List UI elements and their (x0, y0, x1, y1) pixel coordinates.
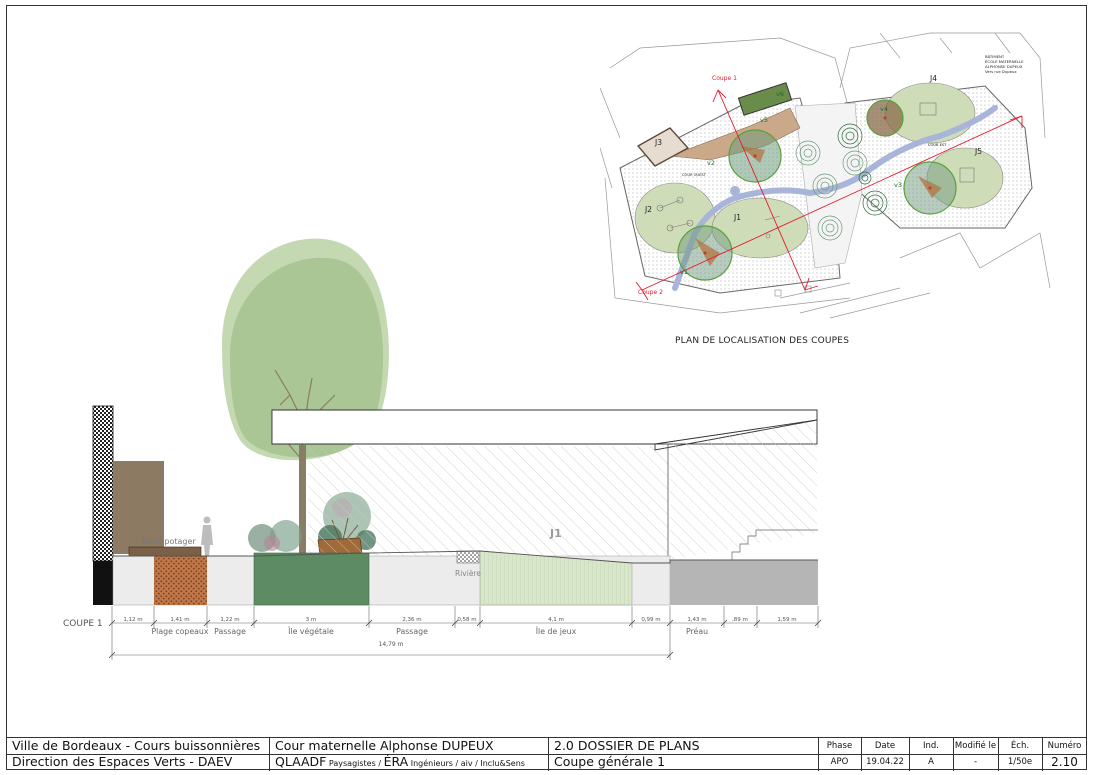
section-building-wall (92, 405, 114, 562)
design-team: QLAADF Paysagistes / ÉRA Ingénieurs / ai… (275, 754, 525, 769)
section-ground-preau (670, 560, 818, 605)
segment-dim-9: 1,43 m (687, 617, 706, 623)
value-number: 2.10 (1051, 755, 1078, 769)
segment-label-3: Passage (214, 627, 246, 636)
segment-dim-11: 1,59 m (777, 617, 796, 623)
section-name: COUPE 1 (63, 619, 103, 629)
segment-label-2: Plage copeaux (151, 627, 208, 636)
segment-dim-1: 1,12 m (123, 617, 142, 623)
segment-dim-10: ,89 m (732, 617, 748, 623)
section-river (456, 550, 480, 564)
value-index: A (928, 757, 934, 767)
segment-label-9: Préau (686, 627, 708, 636)
header-date: Date (874, 741, 896, 751)
segment-label-5: Passage (396, 627, 428, 636)
header-phase: Phase (826, 741, 853, 751)
section-total-dim: 14,79 m (379, 641, 404, 648)
dossier-title: 2.0 DOSSIER DE PLANS (554, 738, 700, 753)
segment-dim-3: 1,22 m (220, 617, 239, 623)
project-name: Cour maternelle Alphonse DUPEUX (275, 738, 494, 753)
segment-dim-8: 0,99 m (641, 617, 660, 623)
section-ground-vegetale (253, 552, 370, 606)
segment-label-7: Île de jeux (536, 627, 577, 636)
section-person-silhouette (201, 516, 213, 556)
section-label-bench: Banc potager (142, 537, 196, 546)
segment-dim-7: 4,1 m (548, 617, 564, 623)
title-block: Ville de Bordeaux - Cours buissonnières … (6, 737, 1087, 771)
section-zone-marker: J1 (549, 527, 562, 540)
section-j1-hatch-zone (308, 446, 668, 563)
segment-dim-4: 3 m (306, 617, 317, 623)
section-preau-hatch (670, 420, 817, 560)
value-modified: - (973, 757, 978, 767)
section-ground-copeaux (154, 556, 207, 605)
segment-label-4: Île végétale (288, 627, 334, 636)
section-label-river: Rivière (455, 569, 481, 578)
client-line-1: Ville de Bordeaux - Cours buissonnières (12, 738, 261, 753)
header-index: Ind. (923, 741, 939, 751)
value-scale: 1/50e (1007, 757, 1033, 767)
value-phase: APO (830, 757, 849, 767)
section-bench (128, 546, 202, 557)
section-coupe-1: J1 Banc potager Rivière COUPE 1 1,12 m 1… (63, 238, 822, 660)
header-modified: Modifié le (954, 741, 997, 751)
client-line-2: Direction des Espaces Verts - DAEV (12, 754, 233, 769)
header-scale: Éch. (1010, 741, 1030, 751)
segment-dim-6: 0,58 m (457, 617, 476, 623)
segment-dim-2: 1,41 m (170, 617, 189, 623)
header-number: Numéro (1047, 741, 1082, 751)
section-dimension-ticks (108, 619, 822, 659)
value-date: 19.04.22 (866, 757, 904, 767)
sheet-title: Coupe générale 1 (554, 754, 666, 769)
segment-dim-5: 2,36 m (402, 617, 421, 623)
